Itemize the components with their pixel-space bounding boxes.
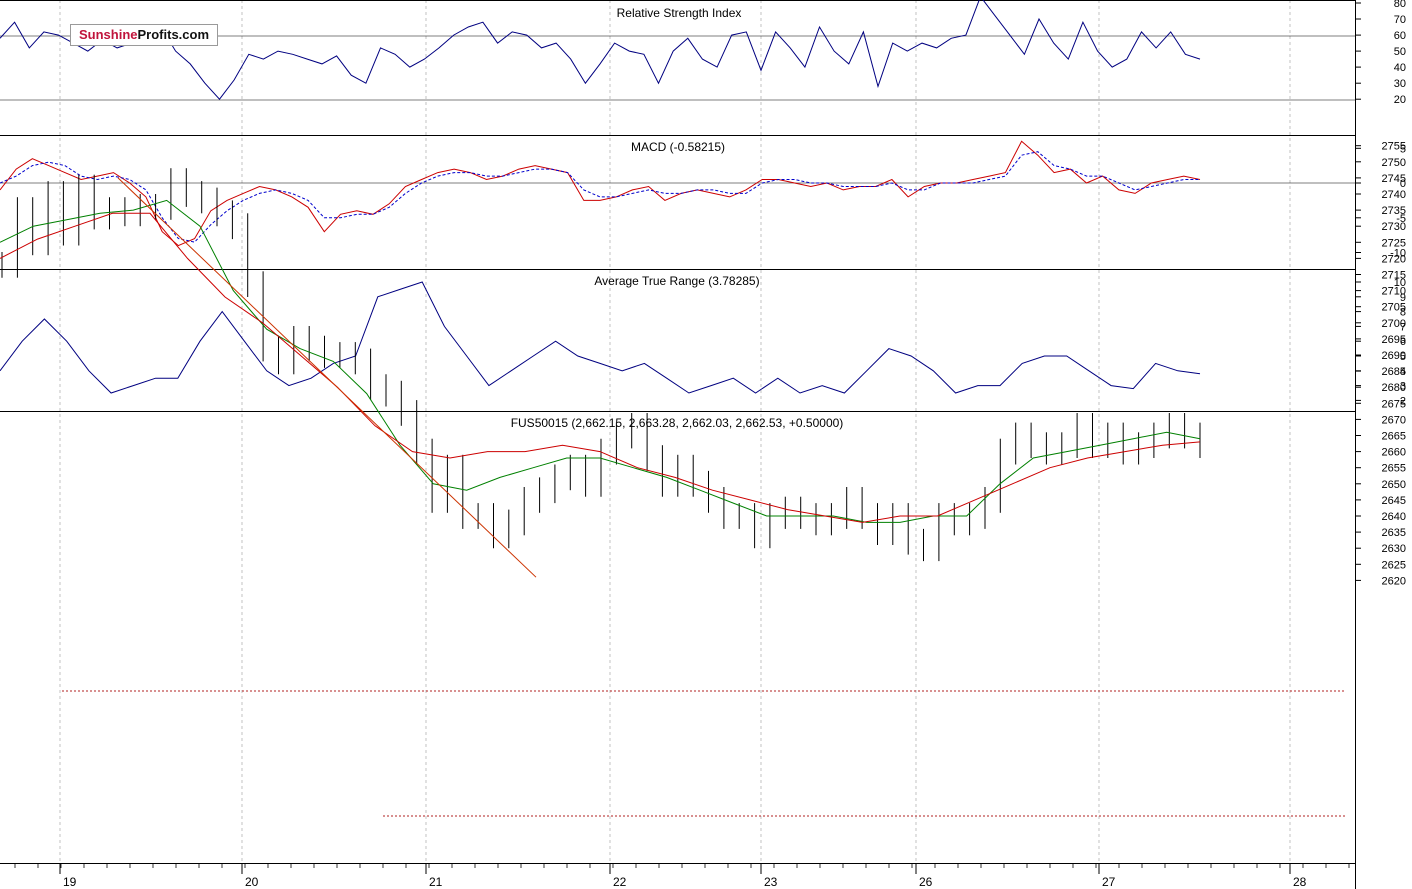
right-axis-label: 2720 bbox=[1382, 253, 1406, 265]
right-axis-label: 2640 bbox=[1382, 511, 1406, 523]
bottom-axis-label: 22 bbox=[613, 875, 627, 889]
right-axis-label: 2755 bbox=[1382, 141, 1406, 153]
right-axis-label: 2725 bbox=[1382, 237, 1406, 249]
right-axis-label: 2680 bbox=[1382, 382, 1406, 394]
right-axis-label: 2635 bbox=[1382, 527, 1406, 539]
bottom-axis-label: 27 bbox=[1102, 875, 1116, 889]
right-axis-label: 2665 bbox=[1382, 431, 1406, 443]
right-axis-label: 2715 bbox=[1382, 270, 1406, 282]
brand-logo: SunshineProfits.com bbox=[70, 24, 219, 46]
right-axis-label: 2730 bbox=[1382, 221, 1406, 233]
right-axis-label: 50 bbox=[1394, 46, 1406, 58]
right-axis-label: 80 bbox=[1394, 0, 1406, 10]
right-axis-label: 2645 bbox=[1382, 495, 1406, 507]
brand-logo-part1: Sunshine bbox=[79, 27, 138, 42]
right-axis-label: 2620 bbox=[1382, 575, 1406, 587]
macd-title: MACD (-0.58215) bbox=[631, 140, 725, 154]
price-title: FUS50015 (2,662.15, 2,663.28, 2,662.03, … bbox=[511, 416, 844, 430]
right-axis-label: 40 bbox=[1394, 62, 1406, 74]
right-axis-label: 2670 bbox=[1382, 414, 1406, 426]
bottom-axis-label: 28 bbox=[1293, 875, 1307, 889]
bottom-axis-label: 23 bbox=[764, 875, 778, 889]
right-axis-label: 20 bbox=[1394, 94, 1406, 106]
right-axis-label: 2705 bbox=[1382, 302, 1406, 314]
right-axis-label: 70 bbox=[1394, 14, 1406, 26]
right-axis-label: 2650 bbox=[1382, 479, 1406, 491]
right-axis-label: 2675 bbox=[1382, 398, 1406, 410]
bottom-axis-label: 21 bbox=[429, 875, 443, 889]
right-axis-label: 60 bbox=[1394, 30, 1406, 42]
right-axis-label: 2735 bbox=[1382, 205, 1406, 217]
chart-canvas: Relative Strength Index MACD (-0.58215) … bbox=[0, 0, 1412, 889]
bottom-axis-label: 26 bbox=[919, 875, 933, 889]
right-axis-label: 2700 bbox=[1382, 318, 1406, 330]
rsi-title: Relative Strength Index bbox=[617, 6, 742, 20]
right-axis-label: 2695 bbox=[1382, 334, 1406, 346]
right-axis-label: 2630 bbox=[1382, 543, 1406, 555]
right-axis-label: 2750 bbox=[1382, 157, 1406, 169]
bottom-axis-label: 19 bbox=[63, 875, 77, 889]
right-axis-label: 2740 bbox=[1382, 189, 1406, 201]
bottom-axis-label: 20 bbox=[245, 875, 259, 889]
right-axis-label: 30 bbox=[1394, 78, 1406, 90]
atr-title: Average True Range (3.78285) bbox=[594, 274, 759, 288]
right-axis-label: 2685 bbox=[1382, 366, 1406, 378]
right-axis-label: 2745 bbox=[1382, 173, 1406, 185]
right-axis-label: 2655 bbox=[1382, 463, 1406, 475]
right-axis-label: 2625 bbox=[1382, 559, 1406, 571]
right-axis-label: 2690 bbox=[1382, 350, 1406, 362]
right-axis-label: 2710 bbox=[1382, 286, 1406, 298]
brand-logo-part2: Profits.com bbox=[137, 27, 210, 42]
right-axis-label: 2660 bbox=[1382, 447, 1406, 459]
